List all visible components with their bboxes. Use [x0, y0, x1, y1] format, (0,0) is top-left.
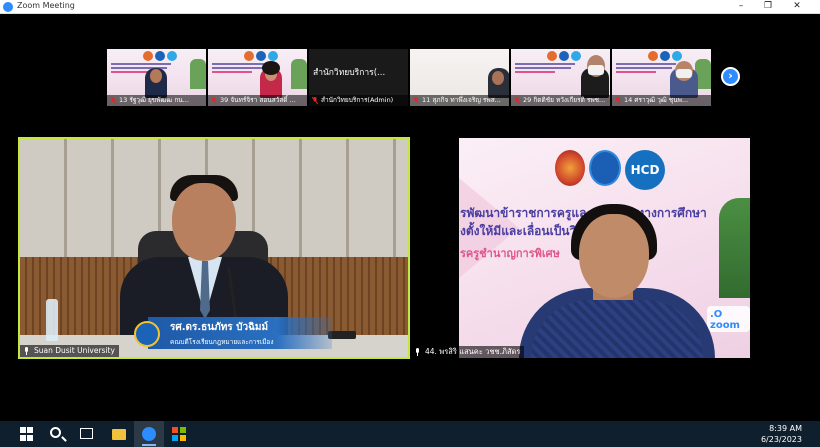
- participant-name: 11 สุภกิจ ทาพึ่งเจริญ รพส...: [410, 95, 509, 106]
- zoom-taskbar-button[interactable]: [134, 421, 164, 447]
- task-view-icon: [80, 428, 93, 439]
- water-bottle: [46, 299, 58, 341]
- minimize-button[interactable]: –: [730, 0, 752, 14]
- participant-display-name: สำนักวิทยบริการ(...: [313, 68, 386, 78]
- mic-muted-icon: [615, 97, 621, 104]
- clock-date: 6/23/2023: [760, 435, 802, 444]
- meeting-stage: 13 รัฐวุฒิ ยุขพัฒฒ กน... 39 จันทร์จิรา ส…: [0, 14, 820, 421]
- search-icon: [50, 427, 61, 438]
- mic-muted-icon: [211, 97, 217, 104]
- close-button[interactable]: ✕: [786, 0, 808, 14]
- mic-muted-icon: [312, 97, 318, 104]
- speaker-name: รศ.ดร.ธนภัทร บัวฉิมม์: [170, 322, 269, 333]
- search-button[interactable]: [42, 421, 72, 447]
- windows-start-icon: [20, 427, 34, 441]
- participant-name: 44. พรสิริ แสนคะ วชช.ภิสัดร: [425, 347, 521, 356]
- education-emblem-icon: [555, 150, 585, 186]
- maximize-button[interactable]: ❐: [757, 0, 779, 14]
- file-explorer-icon: [112, 429, 126, 440]
- participant-name: 14 ศราวุฒิ วุฒิ ชุนพ...: [612, 95, 711, 106]
- participant-thumbnail[interactable]: 13 รัฐวุฒิ ยุขพัฒฒ กน...: [107, 49, 206, 106]
- microsoft-store-icon: [172, 427, 186, 441]
- window-title-bar: Zoom Meeting – ❐ ✕: [0, 0, 820, 14]
- participant-thumbnail[interactable]: 29 กิตติชัย หวังเกียรติ รพช...: [511, 49, 610, 106]
- participant-thumbnail[interactable]: 14 ศราวุฒิ วุฒิ ชุนพ...: [612, 49, 711, 106]
- mic-muted-icon: [514, 97, 520, 104]
- start-button[interactable]: [12, 421, 42, 447]
- zoom-logo-icon: [3, 2, 13, 12]
- video-participant-label: Suan Dusit University: [20, 345, 119, 357]
- chevron-right-icon: ›: [728, 69, 733, 82]
- video-participant-label: 44. พรสิริ แสนคะ วชช.ภิสัดร: [411, 346, 525, 358]
- participant-name: สำนักวิทยบริการ(Admin): [309, 95, 408, 106]
- ministry-seal-icon: [589, 150, 621, 186]
- mic-muted-icon: [110, 97, 116, 104]
- participant-thumbnail[interactable]: สำนักวิทยบริการ(... สำนักวิทยบริการ(Admi…: [309, 49, 408, 106]
- file-explorer-button[interactable]: [104, 421, 134, 447]
- participant-name: 39 จันทร์จิรา สอนสวัสดิ์ ...: [208, 95, 307, 106]
- participant-name: 29 กิตติชัย หวังเกียรติ รพช...: [511, 95, 610, 106]
- next-page-button[interactable]: ›: [721, 67, 740, 86]
- participant-thumbnail[interactable]: 39 จันทร์จิรา สอนสวัสดิ์ ...: [208, 49, 307, 106]
- windows-taskbar: 8:39 AM 6/23/2023: [0, 421, 820, 447]
- mic-icon: [416, 348, 419, 356]
- zoom-badge: .O zoom: [707, 306, 750, 332]
- slide-subtitle-line: รครูชำนาญการพิเศษ: [460, 247, 560, 260]
- clock-time: 8:39 AM: [769, 424, 802, 433]
- active-speaker-video[interactable]: รศ.ดร.ธนภัทร บัวฉิมม์ คณบดีโรงเรียนกฎหมา…: [18, 137, 410, 359]
- mic-icon: [25, 347, 28, 355]
- slide-title-line: งตั้งให้มีและเลื่อนเป็นวิ: [460, 224, 577, 238]
- window-title: Zoom Meeting: [17, 1, 75, 10]
- speaker-role: คณบดีโรงเรียนกฎหมายและการเมือง: [170, 338, 274, 346]
- participant-name: Suan Dusit University: [34, 346, 115, 355]
- participant-thumbnail[interactable]: 11 สุภกิจ ทาพึ่งเจริญ รพส...: [410, 49, 509, 106]
- zoom-app-icon: [142, 427, 156, 441]
- university-logo-icon: [134, 321, 160, 347]
- system-clock[interactable]: 8:39 AM 6/23/2023: [761, 423, 802, 445]
- participant-video-main[interactable]: HCD รพัฒนาข้าราชการครูและบุคลากรทางการศึ…: [411, 138, 800, 358]
- mic-muted-icon: [413, 97, 419, 104]
- task-view-button[interactable]: [72, 421, 102, 447]
- store-taskbar-button[interactable]: [164, 421, 194, 447]
- participant-name: 13 รัฐวุฒิ ยุขพัฒฒ กน...: [107, 95, 206, 106]
- hcd-logo: HCD: [625, 150, 665, 190]
